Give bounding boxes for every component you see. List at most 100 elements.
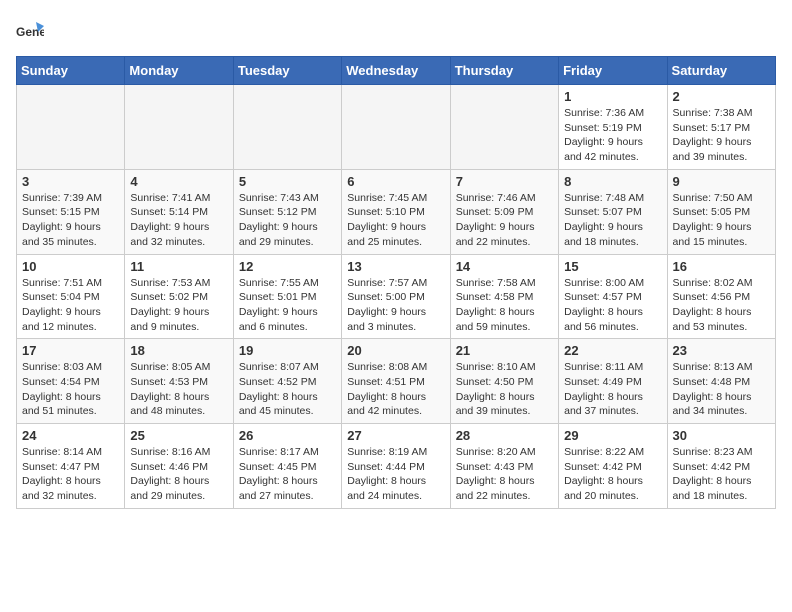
day-number: 27 [347, 428, 444, 443]
day-cell: 6 Sunrise: 7:45 AM Sunset: 5:10 PM Daylig… [342, 169, 450, 254]
day-info: Sunrise: 8:19 AM Sunset: 4:44 PM Dayligh… [347, 445, 444, 504]
day-cell: 26 Sunrise: 8:17 AM Sunset: 4:45 PM Dayli… [233, 424, 341, 509]
week-row-3: 10 Sunrise: 7:51 AM Sunset: 5:04 PM Dayli… [17, 254, 776, 339]
day-cell: 28 Sunrise: 8:20 AM Sunset: 4:43 PM Dayli… [450, 424, 558, 509]
day-number: 21 [456, 343, 553, 358]
day-number: 29 [564, 428, 661, 443]
day-cell: 15 Sunrise: 8:00 AM Sunset: 4:57 PM Dayli… [559, 254, 667, 339]
day-cell: 9 Sunrise: 7:50 AM Sunset: 5:05 PM Daylig… [667, 169, 775, 254]
day-cell: 2 Sunrise: 7:38 AM Sunset: 5:17 PM Daylig… [667, 85, 775, 170]
day-cell: 30Sunrise: 8:23 AM Sunset: 4:42 PM Dayli… [667, 424, 775, 509]
day-info: Sunrise: 8:13 AM Sunset: 4:48 PM Dayligh… [673, 360, 770, 419]
day-cell: 14 Sunrise: 7:58 AM Sunset: 4:58 PM Dayli… [450, 254, 558, 339]
header-cell-wednesday: Wednesday [342, 57, 450, 85]
day-cell: 22Sunrise: 8:11 AM Sunset: 4:49 PM Dayli… [559, 339, 667, 424]
day-info: Sunrise: 8:17 AM Sunset: 4:45 PM Dayligh… [239, 445, 336, 504]
day-info: Sunrise: 8:16 AM Sunset: 4:46 PM Dayligh… [130, 445, 227, 504]
day-number: 25 [130, 428, 227, 443]
day-info: Sunrise: 7:45 AM Sunset: 5:10 PM Dayligh… [347, 191, 444, 250]
week-row-1: 1Sunrise: 7:36 AM Sunset: 5:19 PM Daylig… [17, 85, 776, 170]
header-cell-saturday: Saturday [667, 57, 775, 85]
day-number: 16 [673, 259, 770, 274]
day-info: Sunrise: 7:46 AM Sunset: 5:09 PM Dayligh… [456, 191, 553, 250]
day-cell: 23 Sunrise: 8:13 AM Sunset: 4:48 PM Dayli… [667, 339, 775, 424]
day-number: 8 [564, 174, 661, 189]
day-cell: 18Sunrise: 8:05 AM Sunset: 4:53 PM Dayli… [125, 339, 233, 424]
day-info: Sunrise: 8:14 AM Sunset: 4:47 PM Dayligh… [22, 445, 119, 504]
day-info: Sunrise: 7:43 AM Sunset: 5:12 PM Dayligh… [239, 191, 336, 250]
day-cell: 1Sunrise: 7:36 AM Sunset: 5:19 PM Daylig… [559, 85, 667, 170]
day-number: 11 [130, 259, 227, 274]
day-info: Sunrise: 8:00 AM Sunset: 4:57 PM Dayligh… [564, 276, 661, 335]
day-info: Sunrise: 7:55 AM Sunset: 5:01 PM Dayligh… [239, 276, 336, 335]
day-number: 28 [456, 428, 553, 443]
day-info: Sunrise: 8:08 AM Sunset: 4:51 PM Dayligh… [347, 360, 444, 419]
day-number: 14 [456, 259, 553, 274]
header-cell-monday: Monday [125, 57, 233, 85]
day-info: Sunrise: 7:51 AM Sunset: 5:04 PM Dayligh… [22, 276, 119, 335]
header-cell-tuesday: Tuesday [233, 57, 341, 85]
day-number: 17 [22, 343, 119, 358]
day-info: Sunrise: 8:23 AM Sunset: 4:42 PM Dayligh… [673, 445, 770, 504]
day-number: 3 [22, 174, 119, 189]
day-cell: 5 Sunrise: 7:43 AM Sunset: 5:12 PM Daylig… [233, 169, 341, 254]
day-cell [233, 85, 341, 170]
day-info: Sunrise: 7:53 AM Sunset: 5:02 PM Dayligh… [130, 276, 227, 335]
day-cell: 29 Sunrise: 8:22 AM Sunset: 4:42 PM Dayli… [559, 424, 667, 509]
day-number: 24 [22, 428, 119, 443]
day-info: Sunrise: 7:58 AM Sunset: 4:58 PM Dayligh… [456, 276, 553, 335]
day-cell: 24 Sunrise: 8:14 AM Sunset: 4:47 PM Dayli… [17, 424, 125, 509]
day-number: 12 [239, 259, 336, 274]
calendar-header: SundayMondayTuesdayWednesdayThursdayFrid… [17, 57, 776, 85]
logo: General [16, 16, 48, 44]
calendar-table: SundayMondayTuesdayWednesdayThursdayFrid… [16, 56, 776, 509]
day-number: 22 [564, 343, 661, 358]
day-cell: 21 Sunrise: 8:10 AM Sunset: 4:50 PM Dayli… [450, 339, 558, 424]
day-info: Sunrise: 8:20 AM Sunset: 4:43 PM Dayligh… [456, 445, 553, 504]
day-info: Sunrise: 8:03 AM Sunset: 4:54 PM Dayligh… [22, 360, 119, 419]
day-info: Sunrise: 8:10 AM Sunset: 4:50 PM Dayligh… [456, 360, 553, 419]
day-number: 15 [564, 259, 661, 274]
day-info: Sunrise: 7:50 AM Sunset: 5:05 PM Dayligh… [673, 191, 770, 250]
day-info: Sunrise: 7:39 AM Sunset: 5:15 PM Dayligh… [22, 191, 119, 250]
day-number: 2 [673, 89, 770, 104]
week-row-2: 3 Sunrise: 7:39 AM Sunset: 5:15 PM Daylig… [17, 169, 776, 254]
day-number: 5 [239, 174, 336, 189]
day-cell: 17 Sunrise: 8:03 AM Sunset: 4:54 PM Dayli… [17, 339, 125, 424]
page-header: General [16, 16, 776, 44]
header-row: SundayMondayTuesdayWednesdayThursdayFrid… [17, 57, 776, 85]
day-info: Sunrise: 7:41 AM Sunset: 5:14 PM Dayligh… [130, 191, 227, 250]
day-number: 13 [347, 259, 444, 274]
day-cell [125, 85, 233, 170]
day-cell: 20Sunrise: 8:08 AM Sunset: 4:51 PM Dayli… [342, 339, 450, 424]
day-info: Sunrise: 7:48 AM Sunset: 5:07 PM Dayligh… [564, 191, 661, 250]
day-cell: 27 Sunrise: 8:19 AM Sunset: 4:44 PM Dayli… [342, 424, 450, 509]
day-cell: 16Sunrise: 8:02 AM Sunset: 4:56 PM Dayli… [667, 254, 775, 339]
day-cell: 8 Sunrise: 7:48 AM Sunset: 5:07 PM Daylig… [559, 169, 667, 254]
day-cell [17, 85, 125, 170]
day-cell: 13Sunrise: 7:57 AM Sunset: 5:00 PM Dayli… [342, 254, 450, 339]
day-number: 19 [239, 343, 336, 358]
day-number: 23 [673, 343, 770, 358]
header-cell-thursday: Thursday [450, 57, 558, 85]
day-info: Sunrise: 7:38 AM Sunset: 5:17 PM Dayligh… [673, 106, 770, 165]
day-info: Sunrise: 8:22 AM Sunset: 4:42 PM Dayligh… [564, 445, 661, 504]
week-row-5: 24 Sunrise: 8:14 AM Sunset: 4:47 PM Dayli… [17, 424, 776, 509]
day-cell: 25 Sunrise: 8:16 AM Sunset: 4:46 PM Dayli… [125, 424, 233, 509]
week-row-4: 17 Sunrise: 8:03 AM Sunset: 4:54 PM Dayli… [17, 339, 776, 424]
day-number: 26 [239, 428, 336, 443]
header-cell-friday: Friday [559, 57, 667, 85]
day-number: 4 [130, 174, 227, 189]
day-number: 9 [673, 174, 770, 189]
day-cell: 12 Sunrise: 7:55 AM Sunset: 5:01 PM Dayli… [233, 254, 341, 339]
day-number: 6 [347, 174, 444, 189]
day-cell: 4 Sunrise: 7:41 AM Sunset: 5:14 PM Daylig… [125, 169, 233, 254]
day-number: 1 [564, 89, 661, 104]
day-cell: 11 Sunrise: 7:53 AM Sunset: 5:02 PM Dayli… [125, 254, 233, 339]
calendar-body: 1Sunrise: 7:36 AM Sunset: 5:19 PM Daylig… [17, 85, 776, 509]
day-number: 10 [22, 259, 119, 274]
day-info: Sunrise: 8:05 AM Sunset: 4:53 PM Dayligh… [130, 360, 227, 419]
logo-icon: General [16, 16, 44, 44]
day-cell: 19Sunrise: 8:07 AM Sunset: 4:52 PM Dayli… [233, 339, 341, 424]
day-cell: 10 Sunrise: 7:51 AM Sunset: 5:04 PM Dayli… [17, 254, 125, 339]
